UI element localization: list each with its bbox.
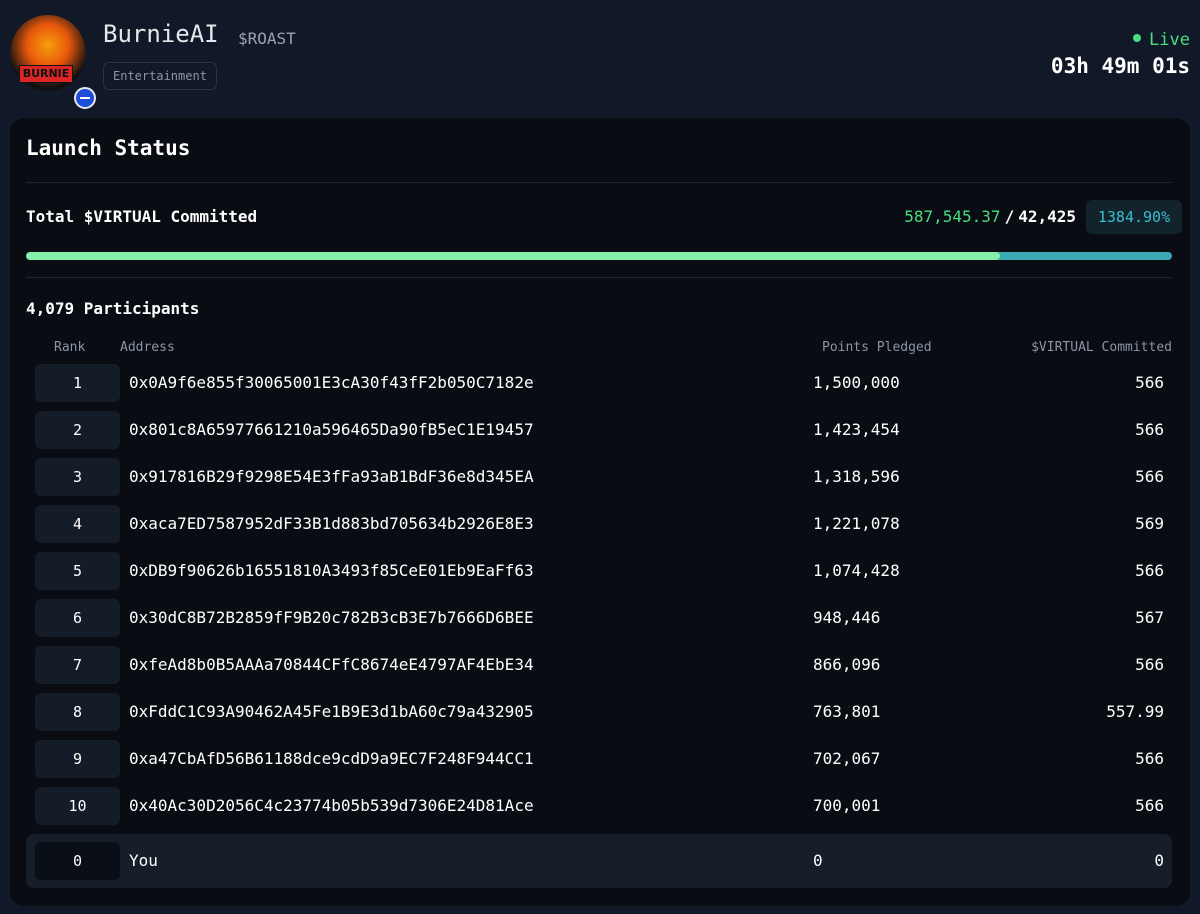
percent-badge: 1384.90% <box>1086 200 1182 234</box>
points-cell: 1,221,078 <box>813 514 900 533</box>
column-header-virtual: $VIRTUAL Committed <box>1031 340 1172 355</box>
table-row: 1 0x0A9f6e855f30065001E3cA30f43fF2b050C7… <box>26 364 1172 404</box>
address-cell[interactable]: 0xfeAd8b0B5AAAa70844CFfC8674eE4797AF4EbE… <box>129 646 534 684</box>
address-cell[interactable]: 0xa47CbAfD56B61188dce9cdD9a9EC7F248F944C… <box>129 740 534 778</box>
virtual-cell: 566 <box>1135 467 1164 486</box>
virtual-cell: 566 <box>1135 420 1164 439</box>
category-tag: Entertainment <box>103 62 217 90</box>
table-row: 7 0xfeAd8b0B5AAAa70844CFfC8674eE4797AF4E… <box>26 646 1172 686</box>
launch-status-card: Launch Status Total $VIRTUAL Committed 5… <box>10 118 1190 906</box>
progress-bar <box>26 252 1172 260</box>
your-rank-cell: 0 <box>35 842 120 880</box>
column-header-points: Points Pledged <box>822 340 932 355</box>
table-row: 4 0xaca7ED7587952dF33B1d883bd705634b2926… <box>26 505 1172 545</box>
address-cell[interactable]: 0xFddC1C93A90462A45Fe1B9E3d1bA60c79a4329… <box>129 693 534 731</box>
live-label: Live <box>1149 30 1190 50</box>
avatar-logo-text: BURNIE <box>19 65 73 83</box>
table-row: 9 0xa47CbAfD56B61188dce9cdD9a9EC7F248F94… <box>26 740 1172 780</box>
points-cell: 1,423,454 <box>813 420 900 439</box>
address-cell[interactable]: 0x30dC8B72B2859fF9B20c782B3cB3E7b7666D6B… <box>129 599 534 637</box>
address-cell[interactable]: 0x0A9f6e855f30065001E3cA30f43fF2b050C718… <box>129 364 534 402</box>
participants-count: 4,079 Participants <box>26 299 200 318</box>
progress-divider <box>26 277 1172 278</box>
points-cell: 763,801 <box>813 702 881 721</box>
table-row: 5 0xDB9f90626b16551810A3493f85CeE01Eb9Ea… <box>26 552 1172 592</box>
card-title: Launch Status <box>26 136 191 160</box>
virtual-cell: 567 <box>1135 608 1164 627</box>
table-row: 10 0x40Ac30D2056C4c23774b05b539d7306E24D… <box>26 787 1172 827</box>
points-cell: 1,318,596 <box>813 467 900 486</box>
you-row: 0 You 0 0 <box>26 834 1172 888</box>
live-status: Live <box>1133 30 1190 50</box>
points-cell: 702,067 <box>813 749 881 768</box>
total-committed-label: Total $VIRTUAL Committed <box>26 207 258 226</box>
rank-cell: 10 <box>35 787 120 825</box>
address-cell[interactable]: 0x917816B29f9298E54E3fFa93aB1BdF36e8d345… <box>129 458 534 496</box>
token-name: BurnieAI <box>103 20 219 48</box>
token-avatar: BURNIE <box>10 15 96 109</box>
column-header-rank: Rank <box>54 340 86 355</box>
title-divider <box>26 182 1172 183</box>
address-cell[interactable]: 0xaca7ED7587952dF33B1d883bd705634b2926E8… <box>129 505 534 543</box>
virtual-cell: 566 <box>1135 749 1164 768</box>
address-cell[interactable]: 0xDB9f90626b16551810A3493f85CeE01Eb9EaFf… <box>129 552 534 590</box>
total-committed-values: 587,545.37/42,425 <box>904 207 1076 226</box>
rank-cell: 9 <box>35 740 120 778</box>
points-cell: 700,001 <box>813 796 881 815</box>
rank-cell: 4 <box>35 505 120 543</box>
virtual-cell: 557.99 <box>1106 702 1164 721</box>
address-cell[interactable]: 0x40Ac30D2056C4c23774b05b539d7306E24D81A… <box>129 787 534 825</box>
committed-amount: 587,545.37 <box>904 207 1001 226</box>
your-virtual-cell: 0 <box>1154 851 1164 870</box>
points-cell: 1,074,428 <box>813 561 900 580</box>
table-row: 3 0x917816B29f9298E54E3fFa93aB1BdF36e8d3… <box>26 458 1172 498</box>
target-amount: 42,425 <box>1018 207 1076 226</box>
your-points-cell: 0 <box>813 851 823 870</box>
rank-cell: 2 <box>35 411 120 449</box>
progress-fill <box>26 252 1001 260</box>
rank-cell: 1 <box>35 364 120 402</box>
rank-cell: 8 <box>35 693 120 731</box>
address-cell[interactable]: 0x801c8A65977661210a596465Da90fB5eC1E194… <box>129 411 534 449</box>
committed-separator: / <box>1004 207 1015 226</box>
virtual-cell: 566 <box>1135 655 1164 674</box>
base-chain-icon <box>74 87 96 109</box>
rank-cell: 5 <box>35 552 120 590</box>
table-row: 6 0x30dC8B72B2859fF9B20c782B3cB3E7b7666D… <box>26 599 1172 639</box>
table-row: 2 0x801c8A65977661210a596465Da90fB5eC1E1… <box>26 411 1172 451</box>
column-header-address: Address <box>120 340 175 355</box>
rank-cell: 7 <box>35 646 120 684</box>
virtual-cell: 566 <box>1135 561 1164 580</box>
points-cell: 1,500,000 <box>813 373 900 392</box>
rank-cell: 3 <box>35 458 120 496</box>
virtual-cell: 566 <box>1135 373 1164 392</box>
points-cell: 866,096 <box>813 655 881 674</box>
countdown-timer: 03h 49m 01s <box>1050 54 1190 78</box>
token-ticker: $ROAST <box>238 29 296 48</box>
table-row: 8 0xFddC1C93A90462A45Fe1B9E3d1bA60c79a43… <box>26 693 1172 733</box>
live-dot-icon <box>1133 34 1142 42</box>
your-address-cell: You <box>129 851 158 870</box>
rank-cell: 6 <box>35 599 120 637</box>
points-cell: 948,446 <box>813 608 881 627</box>
virtual-cell: 569 <box>1135 514 1164 533</box>
virtual-cell: 566 <box>1135 796 1164 815</box>
